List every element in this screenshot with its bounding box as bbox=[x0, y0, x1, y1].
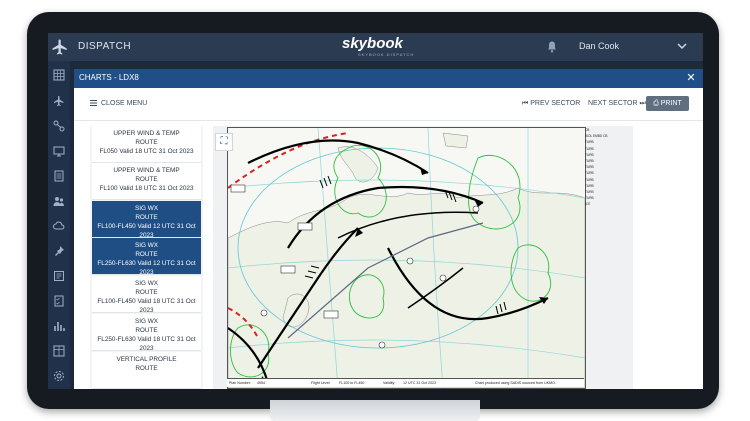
list-item-scope: ROUTE bbox=[135, 365, 158, 372]
close-icon[interactable]: ✕ bbox=[685, 71, 697, 85]
settings-icon[interactable] bbox=[53, 370, 65, 382]
flight-icon[interactable] bbox=[53, 95, 65, 107]
charts-modal: CHARTS - LDX8 ✕ CLOSE MENU ⏮ PREV SECTOR… bbox=[74, 69, 703, 389]
list-item-title: SIG WX bbox=[134, 242, 159, 249]
list-item-scope: ROUTE bbox=[135, 251, 158, 258]
chart-footer: Plan Number: 4954 Flight Level: FL100 to… bbox=[227, 378, 584, 387]
flight-level-label: Flight Level: bbox=[311, 381, 331, 385]
prev-sector-label: PREV SECTOR bbox=[530, 100, 581, 107]
list-item-title: UPPER WIND & TEMP bbox=[113, 167, 180, 174]
plan-number-value: 4954 bbox=[257, 381, 265, 385]
bar-chart-icon[interactable] bbox=[53, 320, 65, 332]
legend-entry: ICE bbox=[585, 202, 591, 207]
list-item-validity: FL100 Valid 18 UTC 31 Oct 2023 bbox=[99, 185, 194, 192]
list-item-selected[interactable]: SIG WX ROUTE FL100-FL450 Valid 12 UTC 31… bbox=[92, 201, 201, 239]
menu-icon bbox=[90, 100, 97, 107]
logo-subtitle: SKYBOOK DISPATCH bbox=[358, 52, 415, 57]
print-label: PRINT bbox=[660, 100, 682, 107]
validity-value: 12 UTC 31 Oct 2023 bbox=[403, 381, 436, 385]
list-item-validity: FL050 Valid 18 UTC 31 Oct 2023 bbox=[99, 148, 194, 155]
list-item[interactable]: UPPER WIND & TEMP ROUTE FL100 Valid 18 U… bbox=[92, 163, 201, 200]
next-sector-button[interactable]: NEXT SECTOR ⏭ bbox=[588, 100, 646, 108]
notes-icon[interactable] bbox=[53, 270, 65, 282]
chart-credit: Chart produced using SADIS sourced from … bbox=[475, 381, 556, 385]
list-item[interactable]: UPPER WIND & TEMP ROUTE FL050 Valid 18 U… bbox=[92, 126, 201, 163]
validity-label: Validity: bbox=[383, 381, 396, 385]
chart-legend: CB ISOL EMBD CB TURB TURB TURB TURB TURB… bbox=[585, 127, 636, 212]
list-item-scope: ROUTE bbox=[135, 139, 158, 146]
list-item-scope: ROUTE bbox=[135, 327, 158, 334]
list-item-validity: FL100-FL450 Valid 18 UTC 31 Oct 2023 bbox=[97, 298, 196, 314]
next-sector-label: NEXT SECTOR bbox=[588, 100, 638, 107]
crew-icon[interactable] bbox=[53, 195, 65, 207]
expand-icon[interactable]: ⛶ bbox=[215, 133, 233, 151]
list-item-scope: ROUTE bbox=[135, 289, 158, 296]
table-icon[interactable] bbox=[53, 345, 65, 357]
close-menu-button[interactable]: CLOSE MENU bbox=[90, 100, 147, 107]
list-item-validity: FL250-FL630 Valid 12 UTC 31 Oct 2023 bbox=[97, 260, 196, 276]
route-icon[interactable] bbox=[53, 120, 65, 132]
modal-title: CHARTS - LDX8 bbox=[79, 73, 139, 82]
print-button[interactable]: ⎙ PRINT bbox=[646, 96, 689, 111]
close-menu-label: CLOSE MENU bbox=[101, 100, 148, 107]
monitor-icon[interactable] bbox=[53, 145, 65, 157]
monitor-stand bbox=[270, 400, 480, 421]
app-title: DISPATCH bbox=[78, 41, 132, 52]
sig-wx-chart[interactable] bbox=[227, 127, 586, 389]
plane-icon[interactable] bbox=[51, 38, 69, 56]
list-item[interactable]: VERTICAL PROFILE ROUTE bbox=[92, 352, 201, 389]
grid-icon[interactable] bbox=[53, 69, 65, 81]
document-icon[interactable] bbox=[53, 170, 65, 182]
list-item-scope: ROUTE bbox=[135, 214, 158, 221]
skip-back-icon: ⏮ bbox=[522, 100, 531, 107]
weather-icon[interactable] bbox=[53, 220, 65, 232]
list-item-title: SIG WX bbox=[134, 205, 159, 212]
list-item-title: VERTICAL PROFILE bbox=[116, 356, 177, 363]
plan-number-label: Plan Number: bbox=[229, 381, 251, 385]
left-nav-rail bbox=[48, 61, 70, 389]
list-item-validity: FL250-FL630 Valid 18 UTC 31 Oct 2023 bbox=[97, 336, 196, 352]
sig-wx-map bbox=[228, 128, 585, 388]
list-item[interactable]: SIG WX ROUTE FL100-FL450 Valid 18 UTC 31… bbox=[92, 276, 201, 314]
prev-sector-button[interactable]: ⏮ PREV SECTOR bbox=[522, 100, 580, 108]
modal-toolbar: CLOSE MENU ⏮ PREV SECTOR NEXT SECTOR ⏭ ⎙… bbox=[74, 88, 703, 121]
checklist-icon[interactable] bbox=[53, 295, 65, 307]
chart-list: UPPER WIND & TEMP ROUTE FL050 Valid 18 U… bbox=[90, 126, 203, 389]
list-item-title: UPPER WIND & TEMP bbox=[113, 130, 180, 137]
flight-level-value: FL100 to FL450 bbox=[339, 381, 365, 385]
bell-icon[interactable] bbox=[547, 41, 557, 53]
list-item-scope: ROUTE bbox=[135, 176, 158, 183]
pin-icon[interactable] bbox=[53, 245, 65, 257]
list-item-title: SIG WX bbox=[134, 318, 159, 325]
modal-header: CHARTS - LDX8 ✕ bbox=[74, 69, 703, 88]
list-item[interactable]: SIG WX ROUTE FL250-FL630 Valid 18 UTC 31… bbox=[92, 314, 201, 352]
printer-icon: ⎙ bbox=[653, 100, 661, 107]
skybook-logo: skybook bbox=[342, 35, 403, 52]
user-name[interactable]: Dan Cook bbox=[579, 41, 619, 51]
app-screen: DISPATCH skybook SKYBOOK DISPATCH Dan Co… bbox=[48, 33, 703, 389]
list-item-selected[interactable]: SIG WX ROUTE FL250-FL630 Valid 12 UTC 31… bbox=[92, 238, 201, 276]
list-item-title: SIG WX bbox=[134, 280, 159, 287]
top-app-bar: DISPATCH skybook SKYBOOK DISPATCH Dan Co… bbox=[48, 33, 703, 61]
skip-forward-icon: ⏭ bbox=[637, 100, 646, 107]
chevron-down-icon[interactable] bbox=[677, 42, 687, 50]
